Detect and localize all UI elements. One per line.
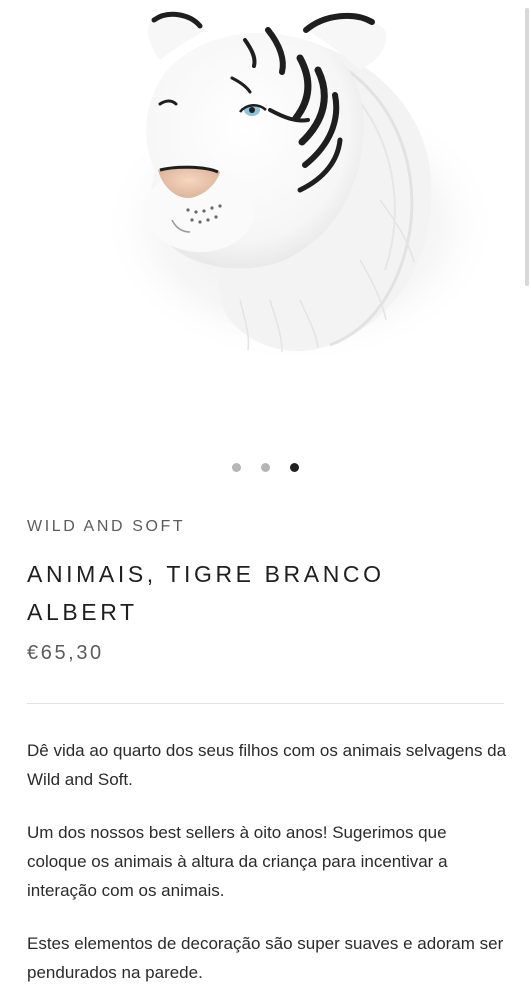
description-paragraph-1: Dê vida ao quarto dos seus filhos com os…	[27, 741, 507, 789]
divider	[27, 703, 504, 704]
carousel-dot-2[interactable]	[261, 463, 270, 472]
page-scrollbar[interactable]	[525, 8, 529, 286]
carousel-dot-1[interactable]	[232, 463, 241, 472]
description-paragraph-3: Estes elementos de decoração são super s…	[27, 934, 504, 982]
product-vendor[interactable]: WILD AND SOFT	[27, 518, 185, 536]
carousel-dot-3[interactable]	[290, 463, 299, 472]
product-title: ANIMAIS, TIGRE BRANCO ALBERT	[27, 561, 385, 625]
product-price: €65,30	[27, 642, 104, 664]
white-tiger-head-image	[100, 11, 500, 365]
description-paragraph-2: Um dos nossos best sellers à oito anos! …	[27, 823, 448, 900]
carousel-pagination	[0, 463, 531, 475]
product-image[interactable]	[0, 0, 531, 440]
